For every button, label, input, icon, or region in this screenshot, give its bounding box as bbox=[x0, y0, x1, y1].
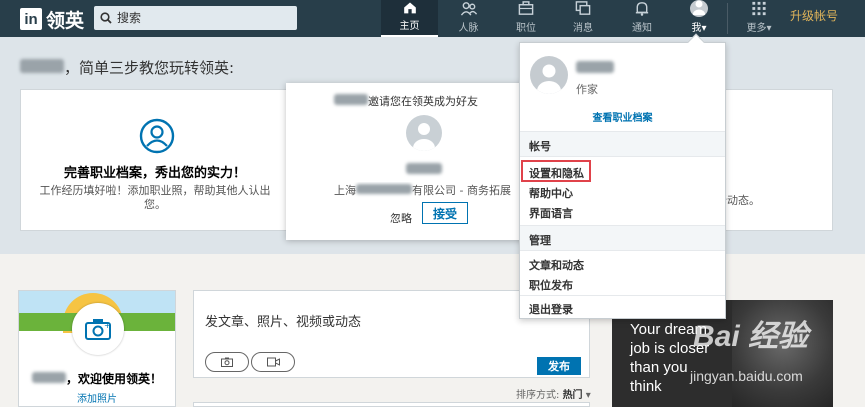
sign-out-link[interactable]: 退出登录 bbox=[529, 301, 573, 317]
language-link[interactable]: 界面语言 bbox=[529, 205, 573, 221]
nav-messaging[interactable]: 消息 bbox=[557, 0, 609, 37]
manage-section-header: 管理 bbox=[520, 225, 725, 251]
search-icon bbox=[100, 12, 112, 24]
invitation-text: 邀请您在领英成为好友 bbox=[368, 95, 478, 108]
nav-home-label: 主页 bbox=[399, 21, 420, 32]
person-icon bbox=[413, 123, 435, 151]
add-photo-avatar[interactable]: + bbox=[72, 303, 124, 355]
baidu-watermark-url: jingyan.baidu.com bbox=[690, 368, 803, 384]
onboarding-title-text: ，简单三步教您玩转领英: bbox=[64, 59, 235, 77]
blurred-username bbox=[31, 372, 66, 383]
complete-profile-card[interactable]: 完善职业档案，秀出您的实力！ 工作经历填好啦！添加职业照，帮助其他人认出您。 bbox=[20, 89, 290, 231]
settings-highlight-box bbox=[521, 160, 591, 182]
inviter-company: 上海 有限公司 - 商务拓展 bbox=[334, 182, 522, 198]
nav-messaging-label: 消息 bbox=[573, 23, 593, 34]
brand-name: 领英 bbox=[46, 9, 85, 32]
nav-more[interactable]: 更多▾ bbox=[735, 0, 783, 37]
nav-divider bbox=[727, 3, 728, 34]
blurred-inviter-name bbox=[406, 163, 442, 174]
job-postings-link[interactable]: 职位发布 bbox=[529, 277, 573, 293]
nav-jobs-label: 职位 bbox=[516, 23, 536, 34]
posts-activity-link[interactable]: 文章和动态 bbox=[529, 257, 584, 273]
nav-network-label: 人脉 bbox=[458, 23, 479, 34]
ignore-button[interactable]: 忽略 bbox=[390, 210, 412, 226]
share-prompt[interactable]: 发文章、照片、视频或动态 bbox=[205, 311, 361, 330]
blurred-dropdown-name bbox=[576, 61, 614, 73]
share-photo-button[interactable] bbox=[205, 352, 249, 372]
invitation-header: 邀请您在领英成为好友 bbox=[286, 93, 526, 109]
feed-card-top bbox=[193, 402, 590, 407]
sort-selector[interactable]: 排序方式: 热门 ▾ bbox=[516, 386, 591, 401]
caret-down-icon: ▾ bbox=[585, 390, 591, 401]
video-icon bbox=[266, 357, 280, 367]
blurred-inviter bbox=[334, 94, 368, 105]
search-box[interactable] bbox=[94, 6, 297, 30]
onboarding-title: ，简单三步教您玩转领英: bbox=[20, 57, 234, 78]
person-icon bbox=[537, 64, 561, 94]
inviter-avatar[interactable] bbox=[406, 115, 442, 151]
dropdown-headline: 作家 bbox=[576, 83, 598, 96]
me-avatar bbox=[690, 0, 708, 17]
sort-label: 排序方式: bbox=[516, 390, 560, 401]
add-photo-link[interactable]: 添加照片 bbox=[19, 390, 175, 405]
nav-jobs[interactable]: 职位 bbox=[500, 0, 552, 37]
network-icon bbox=[460, 2, 477, 16]
camera-icon bbox=[221, 357, 233, 367]
blurred-company bbox=[356, 184, 412, 194]
camera-icon: + bbox=[85, 319, 111, 340]
nav-me-label: 我▾ bbox=[691, 23, 707, 34]
profile-card: + ，欢迎使用领英！ 添加照片 bbox=[18, 290, 176, 407]
linkedin-logo[interactable]: in 领英 bbox=[20, 7, 85, 32]
jobs-icon bbox=[518, 1, 534, 15]
home-icon bbox=[403, 2, 416, 14]
person-icon bbox=[693, 0, 705, 15]
welcome-text: ，欢迎使用领英！ bbox=[19, 370, 175, 387]
nav-more-label: 更多▾ bbox=[746, 23, 772, 34]
in-logo-icon: in bbox=[20, 8, 42, 30]
blurred-username bbox=[20, 59, 64, 73]
nav-home[interactable]: 主页 bbox=[381, 0, 438, 37]
company-prefix: 上海 bbox=[334, 184, 356, 197]
help-center-link[interactable]: 帮助中心 bbox=[529, 185, 573, 201]
publish-button[interactable]: 发布 bbox=[537, 357, 581, 375]
nav-network[interactable]: 人脉 bbox=[441, 0, 496, 37]
complete-profile-desc: 工作经历填好啦！添加职业照，帮助其他人认出您。 bbox=[39, 184, 271, 211]
company-suffix: 有限公司 - 商务拓展 bbox=[412, 184, 511, 197]
account-section-header: 帐号 bbox=[520, 131, 725, 157]
invitation-card: 邀请您在领英成为好友 上海 有限公司 - 商务拓展 忽略 接受 bbox=[286, 83, 526, 240]
welcome-suffix: ，欢迎使用领英！ bbox=[65, 372, 162, 386]
onboarding-section: ，简单三步教您玩转领英: ⌃ 完善职业档案，秀出您的实力！ 工作经历填好啦！添加… bbox=[0, 37, 865, 254]
search-input[interactable] bbox=[117, 11, 287, 25]
accept-button[interactable]: 接受 bbox=[422, 202, 468, 224]
top-navbar: in 领英 主页 人脉 职位 消息 通知 我▾ 更多▾ bbox=[0, 0, 865, 37]
sort-value: 热门 bbox=[562, 390, 583, 401]
view-profile-link[interactable]: 查看职业档案 bbox=[520, 109, 725, 124]
nav-me[interactable]: 我▾ bbox=[673, 0, 725, 37]
notifications-icon bbox=[635, 2, 649, 16]
nav-notifications[interactable]: 通知 bbox=[616, 0, 668, 37]
share-video-button[interactable] bbox=[251, 352, 295, 372]
complete-profile-title: 完善职业档案，秀出您的实力！ bbox=[63, 166, 246, 181]
svg-text:+: + bbox=[104, 321, 111, 330]
nav-notifications-label: 通知 bbox=[632, 23, 652, 34]
messaging-icon bbox=[575, 1, 591, 15]
upgrade-link[interactable]: 升级帐号 bbox=[790, 7, 838, 24]
dropdown-divider bbox=[520, 295, 725, 296]
profile-circle-icon bbox=[139, 118, 175, 154]
dropdown-avatar[interactable] bbox=[530, 56, 568, 94]
grid-icon bbox=[752, 1, 766, 16]
